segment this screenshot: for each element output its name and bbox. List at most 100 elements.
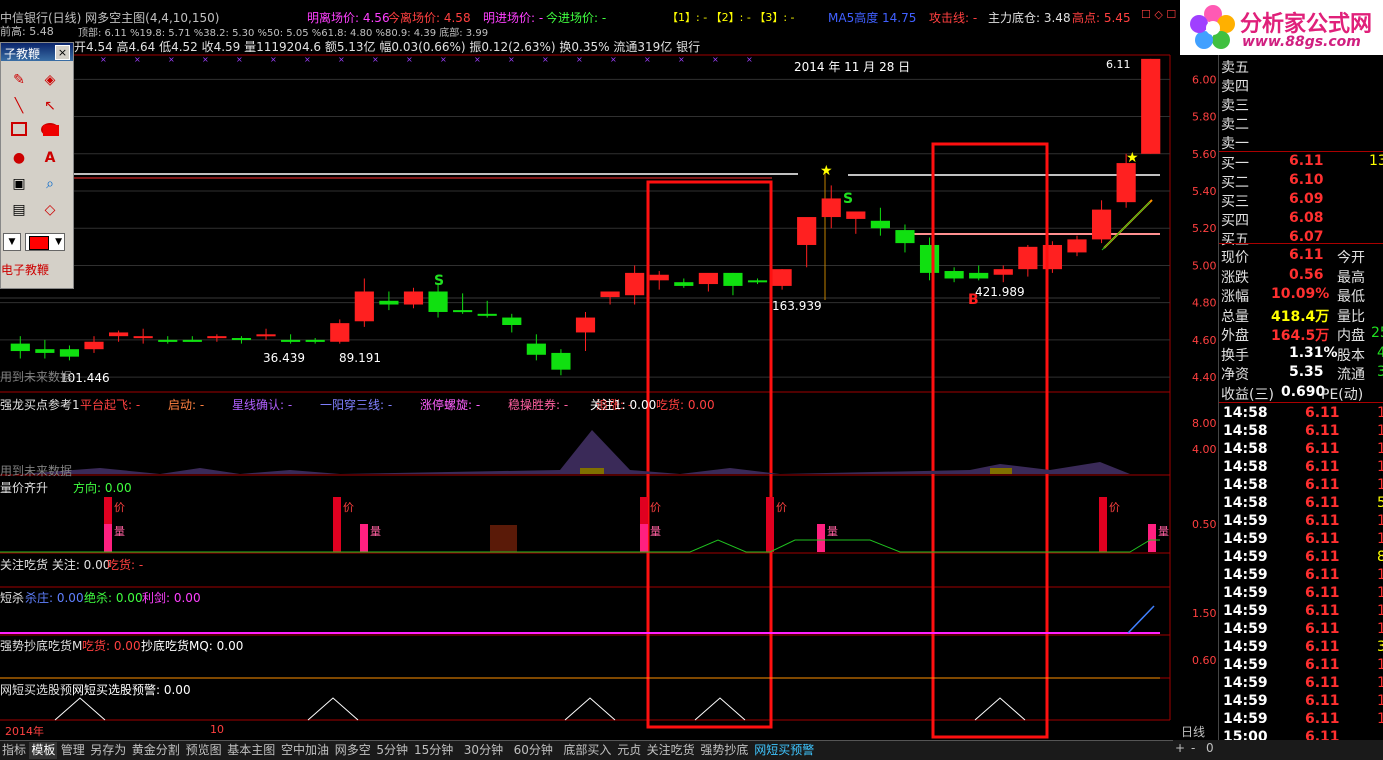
tab-11[interactable]: 30分钟 [462,742,505,759]
stat-value: 6.11 [1289,247,1324,263]
close-icon[interactable]: × [55,45,70,60]
tab-1[interactable]: 模板 [29,742,58,759]
toolbox-titlebar[interactable]: 子教鞭 × [1,43,73,61]
highlight-box [646,180,773,729]
marker: × [202,55,209,64]
indicator5-eat: 吃货: 0.00 [82,639,141,653]
ask-level-label: 卖二 [1221,117,1249,133]
marker: × [508,55,515,64]
tick-row: 14:58 6.11 1 [1219,441,1383,459]
indicator1-focus: 关注1: 0.00 [590,398,657,412]
stat-name: 涨幅 [1221,289,1249,305]
marker: × [610,55,617,64]
reset-button[interactable]: 0 [1206,741,1214,755]
dot-icon[interactable]: ● [9,148,29,168]
line-icon[interactable]: ╲ [9,96,29,116]
tab-16[interactable]: 强势抄底 [698,742,750,759]
tick-row: 14:59 6.11 1 [1219,657,1383,675]
attack-line-label: 攻击线: - [929,11,978,25]
y-tick-label: 4.80 [1192,297,1217,310]
line-style-dropdown[interactable]: ▼ [3,233,21,251]
zoom-in-button[interactable]: + [1175,741,1185,755]
tab-5[interactable]: 预览图 [184,742,224,759]
candle-body [403,291,424,305]
y-tick-label: 5.40 [1192,185,1217,198]
indicator1-value-4: 涨停螺旋: - [420,398,481,412]
letter-a-icon[interactable]: A [40,148,60,168]
tick-volume: 1 [1377,459,1383,475]
candle-body [10,343,30,352]
tab-6[interactable]: 基本主图 [225,742,277,759]
candle-body [1091,209,1112,240]
candle-body [846,211,866,219]
pen-icon[interactable]: ✎ [9,70,29,90]
eraser-icon[interactable]: ◈ [40,70,60,90]
candle-body [698,272,718,285]
tick-row: 14:59 6.11 1 [1219,621,1383,639]
candle-body [256,334,276,337]
tab-10[interactable]: 15分钟 [412,742,455,759]
tab-7[interactable]: 空中加油 [279,742,331,759]
diamond-icon[interactable]: ◇ [40,200,60,220]
chart-area[interactable]: 6.00 5.80 5.60 5.40 5.20 5.00 4.80 4.60 4.40 36.4… [0,0,1218,740]
fill-rect-icon[interactable] [41,122,61,142]
arrow-icon[interactable]: ↖ [40,96,60,116]
indicator5-bottom: 抄底吃货MQ: 0.00 [141,639,244,653]
rect-icon[interactable] [9,122,29,142]
tick-price: 6.11 [1305,567,1340,583]
volume-label: 量 [114,525,125,538]
stat-row: 涨跌 0.56 最高 [1219,266,1383,286]
tab-9[interactable]: 5分钟 [374,742,410,759]
indicator5-title: 强势抄底吃货M [0,639,83,653]
tick-time: 14:59 [1223,567,1268,583]
candle-body [551,352,571,370]
highlight-box [931,142,1049,739]
tick-price: 6.11 [1305,531,1340,547]
tab-3[interactable]: 另存为 [88,742,128,759]
candle-body [797,217,817,245]
indicator4-kill: 杀庄: 0.00 [25,591,84,605]
stat-value-2: 253 [1371,325,1383,341]
tab-2[interactable]: 管理 [59,742,87,759]
bid-row: 买五 6.07 [1219,229,1383,248]
zoom-icon[interactable]: ⌕ [40,174,60,194]
candlestick-chart[interactable]: 6.00 5.80 5.60 5.40 5.20 5.00 4.80 4.60 4.40 36.4… [0,0,1218,740]
chart-annotation: S [843,191,853,207]
bid-price: 6.10 [1289,172,1324,188]
window-controls[interactable]: ☐ ◇ ☐ [1141,8,1176,21]
stat-name-2: 内盘 [1337,328,1365,344]
marker: × [406,55,413,64]
tick-row: 14:59 6.11 1 [1219,513,1383,531]
color-picker[interactable]: ▼ [25,233,65,251]
tab-12[interactable]: 60分钟 [512,742,555,759]
candle-body [281,339,301,342]
stat-value: 0.56 [1289,266,1324,283]
drawing-toolbox[interactable]: 子教鞭 × ✎ ◈ ╲ ↖ ● A ▣ ⌕ ▤ ◇ ▼ ▼ 电子教鞭 [0,42,74,289]
zoom-out-button[interactable]: - [1191,741,1195,755]
tick-time: 14:59 [1223,531,1268,547]
tab-17[interactable]: 网短买预警 [752,742,816,759]
tick-time: 14:58 [1223,459,1268,475]
stat-name-2: 今开 [1337,250,1365,266]
tick-price: 6.11 [1305,711,1340,727]
candle-body [625,272,645,296]
axis-ind1-low: 4.00 [1192,443,1217,456]
tab-4[interactable]: 黄金分割 [130,742,182,759]
candle-body [1141,58,1161,154]
tab-8[interactable]: 网多空 [333,742,373,759]
chart-annotation: S [434,273,444,289]
save-icon[interactable]: ▤ [9,200,29,220]
tab-15[interactable]: 关注吃货 [645,742,697,759]
indicator1-value-0: 平台起飞: - [80,398,141,412]
image-icon[interactable]: ▣ [9,174,29,194]
tab-0[interactable]: 指标 [0,742,28,759]
bid-price: 6.09 [1289,191,1324,207]
ask-row: 卖二 [1219,114,1383,133]
volume-label: 量 [1158,525,1169,538]
chart-annotation: 163.939 [772,299,822,313]
period-label[interactable]: 日线 [1181,723,1205,740]
tab-14[interactable]: 元贞 [615,742,643,759]
marker: × [270,55,277,64]
tab-13[interactable]: 底部买入 [561,742,613,759]
alert-triangle [54,697,106,721]
